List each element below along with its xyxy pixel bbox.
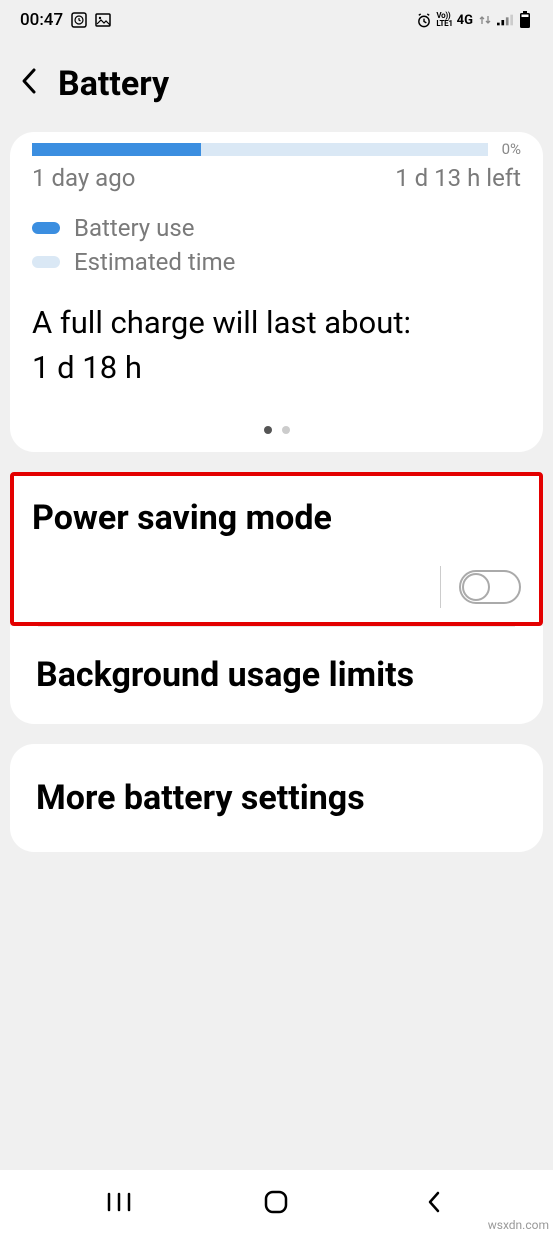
pager-dot-2[interactable]	[282, 426, 290, 434]
navigation-bar	[0, 1170, 553, 1234]
settings-card: Background usage limits	[10, 626, 543, 724]
power-saving-label: Power saving mode	[32, 498, 521, 538]
battery-progress-used	[32, 143, 201, 156]
legend-pill-use	[32, 222, 60, 234]
battery-icon	[517, 12, 533, 28]
page-title: Battery	[58, 64, 169, 104]
full-charge-label: A full charge will last about:	[32, 304, 521, 343]
more-settings-label: More battery settings	[36, 778, 517, 819]
power-saving-row[interactable]: Power saving mode	[10, 472, 543, 626]
legend-use-label: Battery use	[74, 214, 194, 242]
status-bar: 00:47 Vo))LTE1 4G	[0, 0, 553, 40]
battery-progress-estimated	[201, 143, 488, 156]
full-charge-value: 1 d 18 h	[32, 349, 521, 386]
toggle-knob	[462, 573, 490, 601]
battery-overview-card: 0% 1 day ago 1 d 13 h left Battery use E…	[10, 132, 543, 452]
legend-estimated: Estimated time	[32, 248, 521, 276]
clock-square-icon	[71, 12, 87, 28]
status-time: 00:47	[20, 10, 63, 30]
back-nav-button[interactable]	[416, 1184, 452, 1220]
image-icon	[95, 12, 111, 28]
watermark: wsxdn.com	[488, 1218, 549, 1232]
volte-icon: Vo))LTE1	[436, 12, 452, 28]
legend-pill-estimated	[32, 256, 60, 268]
battery-time-ago: 1 day ago	[32, 164, 135, 192]
pager[interactable]	[32, 426, 521, 434]
legend-estimated-label: Estimated time	[74, 248, 235, 276]
background-limits-row[interactable]: Background usage limits	[10, 627, 543, 724]
alarm-icon	[416, 12, 432, 28]
power-saving-toggle-row	[32, 566, 521, 608]
pager-dot-1[interactable]	[264, 426, 272, 434]
recents-button[interactable]	[101, 1184, 137, 1220]
home-button[interactable]	[258, 1184, 294, 1220]
updown-icon	[477, 12, 493, 28]
battery-time-row: 1 day ago 1 d 13 h left	[32, 164, 521, 192]
battery-legend: Battery use Estimated time	[32, 214, 521, 276]
battery-end-percent: 0%	[502, 140, 521, 158]
back-button[interactable]	[20, 66, 38, 103]
4g-icon: 4G	[457, 13, 473, 28]
toggle-divider	[440, 566, 441, 608]
page-header: Battery	[0, 40, 553, 132]
battery-progress: 0%	[32, 140, 521, 158]
battery-time-left: 1 d 13 h left	[395, 164, 521, 192]
background-limits-label: Background usage limits	[36, 655, 517, 696]
legend-battery-use: Battery use	[32, 214, 521, 242]
full-charge-block: A full charge will last about: 1 d 18 h	[32, 304, 521, 386]
signal-icon	[497, 12, 513, 28]
status-left: 00:47	[20, 10, 111, 30]
battery-progress-bar	[32, 143, 488, 156]
status-right: Vo))LTE1 4G	[416, 12, 533, 28]
power-saving-toggle[interactable]	[459, 570, 521, 604]
more-settings-row[interactable]: More battery settings	[10, 744, 543, 853]
